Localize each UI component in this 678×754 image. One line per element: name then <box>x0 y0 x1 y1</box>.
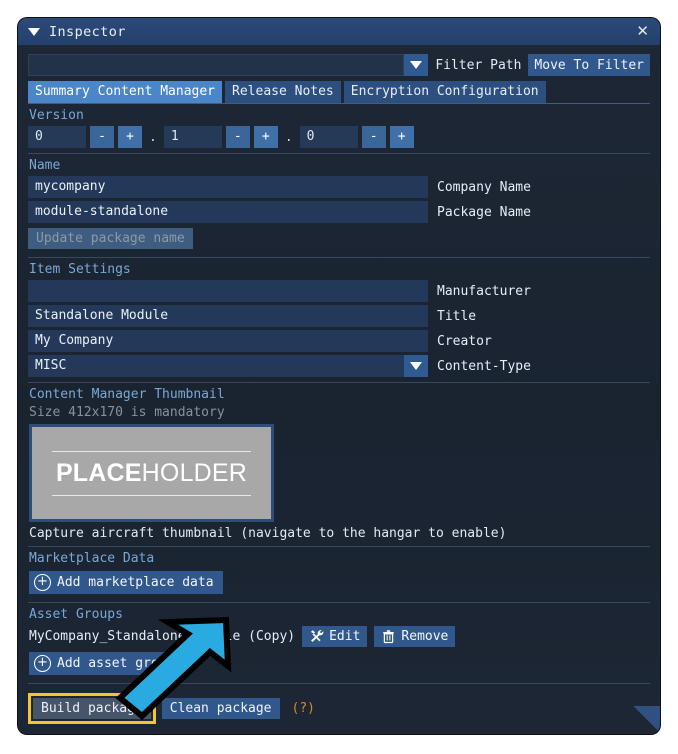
package-name-input[interactable]: module-standalone <box>28 201 428 223</box>
package-name-row: module-standalone Package Name <box>28 201 650 223</box>
version-separator-1: . <box>149 129 157 145</box>
version-minor-input[interactable]: 1 <box>163 126 222 148</box>
version-section-label: Version <box>29 108 84 123</box>
circle-plus-icon <box>34 655 51 672</box>
divider-thumbnail <box>28 546 650 547</box>
item-settings-section-label: Item Settings <box>29 262 131 277</box>
add-asset-group-button[interactable]: Add asset group <box>29 652 184 675</box>
divider-name <box>28 257 650 258</box>
tab-encryption-configuration[interactable]: Encryption Configuration <box>343 81 546 103</box>
asset-groups-section-label: Asset Groups <box>29 607 123 622</box>
manufacturer-label: Manufacturer <box>437 283 531 299</box>
tab-bar: Summary Content Manager Release Notes En… <box>28 81 650 103</box>
marketplace-section-label: Marketplace Data <box>29 551 155 566</box>
placeholder-text-bold: PLACE <box>55 458 142 487</box>
version-minor-increment-button[interactable]: + <box>253 126 278 148</box>
triangle-down-icon[interactable] <box>28 27 40 36</box>
thumbnail-frame[interactable]: PLACEHOLDER <box>29 424 274 522</box>
version-major-input[interactable]: 0 <box>28 126 86 148</box>
add-asset-group-label: Add asset group <box>57 656 175 671</box>
inspector-window: Inspector ✕ Filter Path Move To Filter S… <box>18 18 660 734</box>
version-patch-decrement-button[interactable]: - <box>361 126 386 148</box>
title-input[interactable]: Standalone Module <box>28 305 428 327</box>
remove-asset-group-button[interactable]: Remove <box>374 625 456 647</box>
close-icon[interactable]: ✕ <box>633 22 652 41</box>
manufacturer-input[interactable] <box>28 280 428 302</box>
add-marketplace-data-button[interactable]: Add marketplace data <box>29 571 223 594</box>
divider-item-settings <box>28 382 650 383</box>
thumbnail-section-label: Content Manager Thumbnail <box>29 387 225 402</box>
asset-group-name: MyCompany_Standalone_Module (Copy) <box>29 628 296 644</box>
tab-release-notes[interactable]: Release Notes <box>225 81 341 103</box>
update-package-name-button[interactable]: Update package name <box>28 228 193 249</box>
filter-path-dropdown-button[interactable] <box>404 54 429 76</box>
divider-version <box>28 153 650 154</box>
thumbnail-size-hint: Size 412x170 is mandatory <box>29 405 225 420</box>
edit-asset-group-label: Edit <box>329 628 361 644</box>
company-name-label: Company Name <box>437 179 531 195</box>
clean-package-button[interactable]: Clean package <box>161 698 280 719</box>
version-patch-input[interactable]: 0 <box>299 126 358 148</box>
divider-marketplace <box>28 602 650 603</box>
circle-plus-icon <box>34 574 51 591</box>
thumbnail-image: PLACEHOLDER <box>32 427 271 519</box>
creator-input[interactable]: My Company <box>28 330 428 352</box>
build-package-highlight: Build package <box>28 693 156 724</box>
edit-asset-group-button[interactable]: Edit <box>302 625 368 647</box>
content-type-select[interactable]: MISC <box>28 355 428 377</box>
content-type-label: Content-Type <box>437 358 531 374</box>
content-type-dropdown-button[interactable] <box>404 355 428 377</box>
version-minor-decrement-button[interactable]: - <box>225 126 250 148</box>
filter-path-label: Filter Path <box>435 57 522 73</box>
build-package-button[interactable]: Build package <box>33 698 151 719</box>
title-row: Standalone Module Title <box>28 305 650 327</box>
creator-label: Creator <box>437 333 492 349</box>
creator-row: My Company Creator <box>28 330 650 352</box>
move-to-filter-button[interactable]: Move To Filter <box>528 54 650 76</box>
content-type-row: MISC Content-Type <box>28 355 650 377</box>
asset-group-row: MyCompany_Standalone_Module (Copy) Edit <box>29 625 650 647</box>
version-major-decrement-button[interactable]: - <box>90 126 114 148</box>
window-titlebar: Inspector ✕ <box>18 18 660 45</box>
company-name-input[interactable]: mycompany <box>28 176 428 198</box>
help-link[interactable]: (?) <box>292 701 315 716</box>
version-row: 0 - + . 1 - + . 0 - + <box>28 126 650 148</box>
remove-asset-group-label: Remove <box>401 628 449 644</box>
tab-underline <box>28 103 650 104</box>
divider-asset-groups <box>28 683 650 684</box>
filter-path-input[interactable] <box>28 54 405 76</box>
add-marketplace-data-label: Add marketplace data <box>57 575 214 590</box>
filter-row: Filter Path Move To Filter <box>28 54 650 76</box>
version-major-increment-button[interactable]: + <box>118 126 142 148</box>
placeholder-text: PLACEHOLDER <box>51 450 252 496</box>
package-name-label: Package Name <box>437 204 531 220</box>
trash-icon <box>383 629 395 643</box>
version-patch-increment-button[interactable]: + <box>389 126 414 148</box>
tools-icon <box>310 629 324 642</box>
thumbnail-caption: Capture aircraft thumbnail (navigate to … <box>29 526 507 541</box>
chevron-down-icon <box>410 362 422 370</box>
version-separator-2: . <box>284 129 293 145</box>
company-name-row: mycompany Company Name <box>28 176 650 198</box>
window-title: Inspector <box>49 23 126 40</box>
placeholder-text-light: HOLDER <box>141 458 248 487</box>
manufacturer-row: Manufacturer <box>28 280 650 302</box>
tab-summary-content-manager[interactable]: Summary Content Manager <box>28 81 223 103</box>
resize-grip[interactable] <box>632 706 660 734</box>
title-label: Title <box>437 308 477 324</box>
name-section-label: Name <box>29 158 61 173</box>
footer-bar: Build package Clean package (?) <box>28 693 650 724</box>
inspector-content: Filter Path Move To Filter Summary Conte… <box>18 45 660 734</box>
chevron-down-icon <box>410 61 423 69</box>
content-type-value: MISC <box>28 355 404 377</box>
